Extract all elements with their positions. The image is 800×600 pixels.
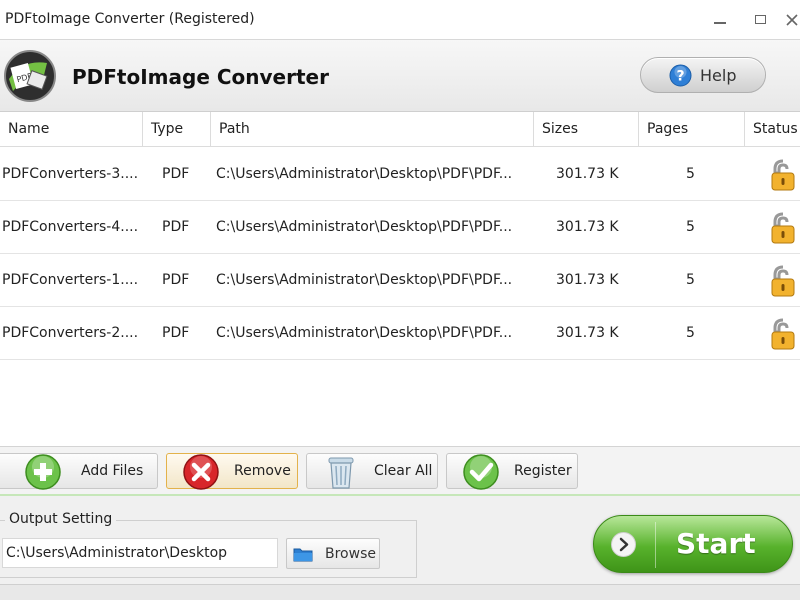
table-row[interactable]: PDFConverters-4.... PDF C:\Users\Adminis… bbox=[0, 201, 800, 254]
minimize-button[interactable] bbox=[710, 10, 730, 30]
cell-type: PDF bbox=[162, 272, 190, 288]
column-header-pages[interactable]: Pages bbox=[639, 112, 745, 147]
cell-size: 301.73 K bbox=[556, 272, 619, 288]
cell-size: 301.73 K bbox=[556, 325, 619, 341]
register-button[interactable]: Register bbox=[446, 453, 578, 490]
remove-button[interactable]: Remove bbox=[166, 453, 298, 490]
browse-label: Browse bbox=[325, 546, 376, 562]
cell-path: C:\Users\Administrator\Desktop\PDF\PDF..… bbox=[216, 219, 513, 235]
browse-button[interactable]: Browse bbox=[286, 538, 380, 569]
unlocked-padlock-icon bbox=[771, 318, 795, 350]
add-files-label: Add Files bbox=[81, 463, 144, 479]
column-header-sizes[interactable]: Sizes bbox=[534, 112, 639, 147]
cell-path: C:\Users\Administrator\Desktop\PDF\PDF..… bbox=[216, 272, 513, 288]
clear-all-button[interactable]: Clear All bbox=[306, 453, 438, 489]
output-setting-title: Output Setting bbox=[5, 511, 117, 527]
cell-type: PDF bbox=[162, 166, 190, 182]
maximize-button[interactable] bbox=[750, 10, 770, 30]
cell-name: PDFConverters-1.... bbox=[2, 272, 139, 288]
cell-type: PDF bbox=[162, 219, 190, 235]
trash-bin-icon bbox=[328, 457, 354, 489]
table-row[interactable]: PDFConverters-2.... PDF C:\Users\Adminis… bbox=[0, 307, 800, 360]
column-header-path[interactable]: Path bbox=[211, 112, 534, 147]
cell-size: 301.73 K bbox=[556, 219, 619, 235]
app-header: PDF PDFtoImage Converter ? Help bbox=[0, 40, 800, 112]
register-label: Register bbox=[514, 463, 572, 479]
cell-name: PDFConverters-2.... bbox=[2, 325, 139, 341]
unlocked-padlock-icon bbox=[771, 212, 795, 244]
cell-name: PDFConverters-4.... bbox=[2, 219, 139, 235]
start-circle bbox=[611, 532, 636, 557]
start-label: Start bbox=[676, 527, 756, 560]
checkmark-icon bbox=[463, 454, 499, 490]
action-toolbar: Add Files Remove Clear All Register bbox=[0, 446, 800, 496]
cell-pages: 5 bbox=[686, 166, 695, 182]
table-row[interactable]: PDFConverters-3.... PDF C:\Users\Adminis… bbox=[0, 148, 800, 201]
folder-icon bbox=[293, 548, 313, 562]
close-icon bbox=[786, 14, 798, 26]
column-header-status[interactable]: Status bbox=[745, 112, 800, 147]
cell-type: PDF bbox=[162, 325, 190, 341]
add-files-button[interactable]: Add Files bbox=[0, 453, 158, 490]
file-table: Name Type Path Sizes Pages Status PDFCon… bbox=[0, 112, 800, 446]
cell-pages: 5 bbox=[686, 272, 695, 288]
add-plus-icon bbox=[25, 454, 61, 490]
start-button[interactable]: Start bbox=[593, 515, 793, 573]
help-button[interactable]: ? Help bbox=[640, 57, 766, 93]
minimize-icon bbox=[714, 22, 726, 24]
cell-path: C:\Users\Administrator\Desktop\PDF\PDF..… bbox=[216, 166, 513, 182]
column-header-name[interactable]: Name bbox=[0, 112, 143, 147]
cell-pages: 5 bbox=[686, 219, 695, 235]
app-logo-icon: PDF bbox=[4, 50, 56, 102]
table-row[interactable]: PDFConverters-1.... PDF C:\Users\Adminis… bbox=[0, 254, 800, 307]
table-header: Name Type Path Sizes Pages Status bbox=[0, 112, 800, 147]
cell-pages: 5 bbox=[686, 325, 695, 341]
status-strip bbox=[0, 584, 800, 600]
remove-label: Remove bbox=[234, 463, 291, 479]
svg-text:?: ? bbox=[676, 69, 684, 85]
cell-name: PDFConverters-3.... bbox=[2, 166, 139, 182]
app-title: PDFtoImage Converter bbox=[72, 65, 329, 89]
help-label: Help bbox=[700, 66, 737, 85]
unlocked-padlock-icon bbox=[771, 159, 795, 191]
chevron-right-icon bbox=[619, 537, 629, 552]
unlocked-padlock-icon bbox=[771, 265, 795, 297]
window-titlebar: PDFtoImage Converter (Registered) bbox=[0, 0, 800, 40]
remove-x-icon bbox=[183, 454, 219, 490]
cell-path: C:\Users\Administrator\Desktop\PDF\PDF..… bbox=[216, 325, 513, 341]
help-icon: ? bbox=[669, 64, 692, 87]
maximize-icon bbox=[754, 15, 766, 24]
column-header-type[interactable]: Type bbox=[143, 112, 211, 147]
clear-all-label: Clear All bbox=[374, 463, 433, 479]
output-path-field[interactable] bbox=[2, 538, 278, 568]
cell-size: 301.73 K bbox=[556, 166, 619, 182]
close-button[interactable] bbox=[782, 10, 800, 30]
start-divider bbox=[655, 522, 656, 568]
window-title: PDFtoImage Converter (Registered) bbox=[5, 11, 255, 27]
